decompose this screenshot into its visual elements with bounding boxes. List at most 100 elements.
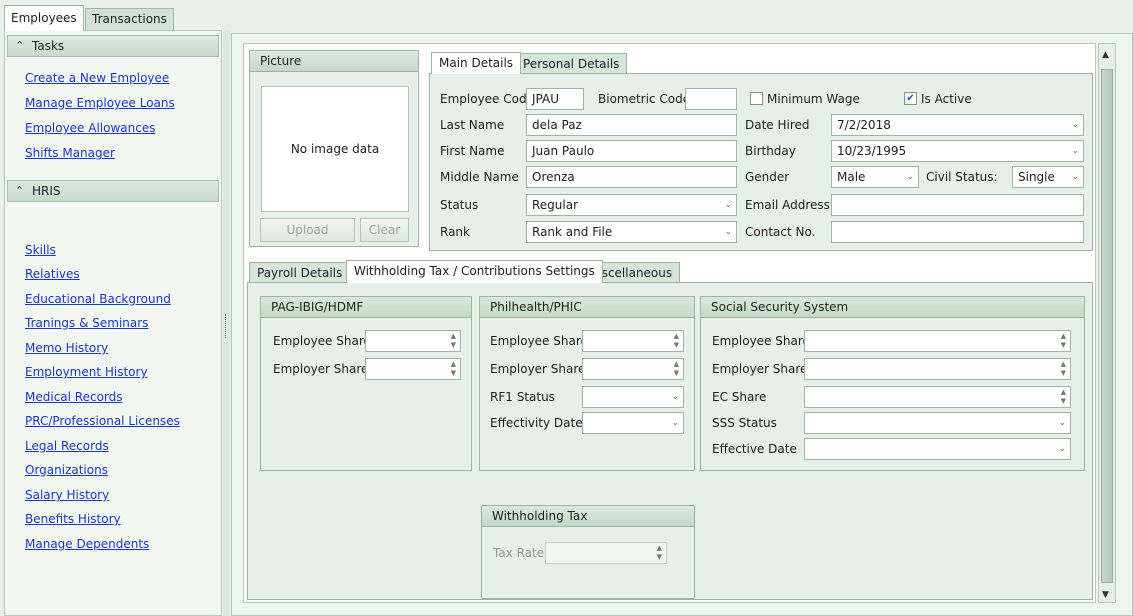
vertical-scrollbar[interactable]: ▲ ▼: [1098, 43, 1116, 603]
chevron-down-icon[interactable]: ⌄: [671, 413, 679, 433]
panel-splitter[interactable]: [223, 30, 230, 616]
link-educational-background[interactable]: Educational Background: [25, 292, 171, 306]
tab-withholding-contributions[interactable]: Withholding Tax / Contributions Settings: [346, 260, 603, 283]
link-create-employee[interactable]: Create a New Employee: [25, 71, 169, 85]
tab-transactions[interactable]: Transactions: [85, 8, 174, 30]
sss-employer-share-spinner[interactable]: ▲ ▼: [804, 358, 1071, 380]
pagibig-employee-share-spinner[interactable]: ▲ ▼: [365, 330, 461, 352]
scrollbar-thumb[interactable]: [1101, 69, 1113, 583]
birthday-label: Birthday: [745, 144, 796, 158]
link-skills[interactable]: Skills: [25, 243, 56, 257]
chevron-down-icon[interactable]: ⌄: [724, 195, 732, 215]
picture-panel: Picture No image data Upload Clear: [249, 50, 419, 247]
birthday-value: 10/23/1995: [837, 144, 907, 158]
tab-employees[interactable]: Employees: [4, 5, 84, 31]
chevron-down-icon[interactable]: ⌄: [1071, 141, 1079, 161]
email-field[interactable]: [831, 194, 1084, 216]
link-employee-allowances[interactable]: Employee Allowances: [25, 121, 155, 135]
philhealth-employer-share-label: Employer Share: [490, 362, 586, 376]
gender-dropdown[interactable]: Male ⌄: [831, 166, 919, 188]
chevron-down-icon[interactable]: ⌄: [1071, 167, 1079, 187]
sss-ec-share-spinner[interactable]: ▲ ▼: [804, 386, 1071, 408]
tab-personal-details[interactable]: Personal Details: [515, 53, 628, 74]
civil-status-value: Single: [1018, 170, 1055, 184]
employee-code-field[interactable]: JPAU: [526, 88, 584, 110]
main-details-panel: Employee Code JPAU Biometric Code Minimu…: [429, 73, 1093, 251]
link-professional-licenses[interactable]: PRC/Professional Licenses: [25, 414, 180, 428]
sss-effective-date-dropdown[interactable]: ⌄: [804, 438, 1071, 460]
collapse-icon[interactable]: ⌃: [15, 36, 24, 56]
sss-status-dropdown[interactable]: ⌄: [804, 412, 1071, 434]
spinner-arrows-icon[interactable]: ▲ ▼: [1061, 360, 1066, 378]
link-medical-records[interactable]: Medical Records: [25, 390, 123, 404]
philhealth-effectivity-date-dropdown[interactable]: ⌄: [582, 412, 684, 434]
sss-panel: Social Security System Employee Share ▲ ▼…: [700, 296, 1085, 471]
rank-value: Rank and File: [532, 225, 613, 239]
link-organizations[interactable]: Organizations: [25, 463, 108, 477]
scroll-up-icon[interactable]: ▲: [1102, 50, 1109, 60]
withholding-tax-panel: Withholding Tax Tax Rate ▲ ▼: [481, 505, 695, 599]
spinner-arrows-icon[interactable]: ▲ ▼: [674, 360, 679, 378]
tax-rate-spinner[interactable]: ▲ ▼: [545, 542, 667, 564]
employee-code-label: Employee Code: [440, 92, 534, 106]
tasks-group-header[interactable]: ⌃ Tasks: [7, 35, 219, 57]
civil-status-dropdown[interactable]: Single ⌄: [1012, 166, 1084, 188]
philhealth-rf1-status-label: RF1 Status: [490, 390, 555, 404]
sss-employee-share-spinner[interactable]: ▲ ▼: [804, 330, 1071, 352]
chevron-down-icon[interactable]: ⌄: [724, 222, 732, 242]
status-dropdown[interactable]: Regular ⌄: [526, 194, 737, 216]
philhealth-rf1-status-dropdown[interactable]: ⌄: [582, 386, 684, 408]
link-legal-records[interactable]: Legal Records: [25, 439, 109, 453]
gender-label: Gender: [745, 170, 790, 184]
hris-group-header[interactable]: ⌃ HRIS: [7, 180, 219, 202]
chevron-down-icon[interactable]: ⌄: [671, 387, 679, 407]
link-employment-history[interactable]: Employment History: [25, 365, 148, 379]
rank-dropdown[interactable]: Rank and File ⌄: [526, 221, 737, 243]
link-shifts-manager[interactable]: Shifts Manager: [25, 146, 115, 160]
link-manage-dependents[interactable]: Manage Dependents: [25, 537, 149, 551]
first-name-label: First Name: [440, 144, 505, 158]
chevron-down-icon[interactable]: ⌄: [906, 167, 914, 187]
spinner-arrows-icon[interactable]: ▲ ▼: [451, 332, 456, 350]
last-name-field[interactable]: dela Paz: [526, 114, 737, 136]
tab-main-details[interactable]: Main Details: [431, 52, 522, 74]
chevron-down-icon[interactable]: ⌄: [1071, 115, 1079, 135]
is-active-checkbox[interactable]: ✔: [904, 92, 917, 105]
chevron-down-icon[interactable]: ⌄: [1058, 413, 1066, 433]
biometric-code-field[interactable]: [685, 88, 737, 110]
middle-name-label: Middle Name: [440, 170, 519, 184]
sss-employee-share-label: Employee Share: [712, 334, 810, 348]
scroll-down-icon[interactable]: ▼: [1102, 590, 1109, 600]
pagibig-employer-share-spinner[interactable]: ▲ ▼: [365, 358, 461, 380]
minimum-wage-checkbox[interactable]: [750, 92, 763, 105]
chevron-down-icon[interactable]: ⌄: [1058, 439, 1066, 459]
philhealth-employee-share-spinner[interactable]: ▲ ▼: [582, 330, 684, 352]
contact-label: Contact No.: [745, 225, 816, 239]
link-manage-loans[interactable]: Manage Employee Loans: [25, 96, 175, 110]
first-name-field[interactable]: Juan Paulo: [526, 140, 737, 162]
contact-field[interactable]: [831, 221, 1084, 243]
link-memo-history[interactable]: Memo History: [25, 341, 108, 355]
link-relatives[interactable]: Relatives: [25, 267, 80, 281]
middle-name-field[interactable]: Orenza: [526, 166, 737, 188]
last-name-label: Last Name: [440, 118, 505, 132]
date-hired-value: 7/2/2018: [837, 118, 891, 132]
link-benefits-history[interactable]: Benefits History: [25, 512, 121, 526]
gender-value: Male: [837, 170, 866, 184]
spinner-arrows-icon[interactable]: ▲ ▼: [1061, 332, 1066, 350]
sss-ec-share-label: EC Share: [712, 390, 767, 404]
spinner-arrows-icon[interactable]: ▲ ▼: [451, 360, 456, 378]
collapse-icon[interactable]: ⌃: [15, 181, 24, 201]
philhealth-employer-share-spinner[interactable]: ▲ ▼: [582, 358, 684, 380]
link-salary-history[interactable]: Salary History: [25, 488, 109, 502]
top-tab-bar: Employees Transactions: [0, 0, 1133, 31]
clear-button[interactable]: Clear: [360, 218, 409, 242]
upload-button[interactable]: Upload: [260, 218, 355, 242]
link-trainings-seminars[interactable]: Tranings & Seminars: [25, 316, 148, 330]
tab-payroll-details[interactable]: Payroll Details: [249, 262, 351, 283]
birthday-dropdown[interactable]: 10/23/1995 ⌄: [831, 140, 1084, 162]
date-hired-dropdown[interactable]: 7/2/2018 ⌄: [831, 114, 1084, 136]
spinner-arrows-icon[interactable]: ▲ ▼: [657, 544, 662, 562]
spinner-arrows-icon[interactable]: ▲ ▼: [1061, 388, 1066, 406]
spinner-arrows-icon[interactable]: ▲ ▼: [674, 332, 679, 350]
